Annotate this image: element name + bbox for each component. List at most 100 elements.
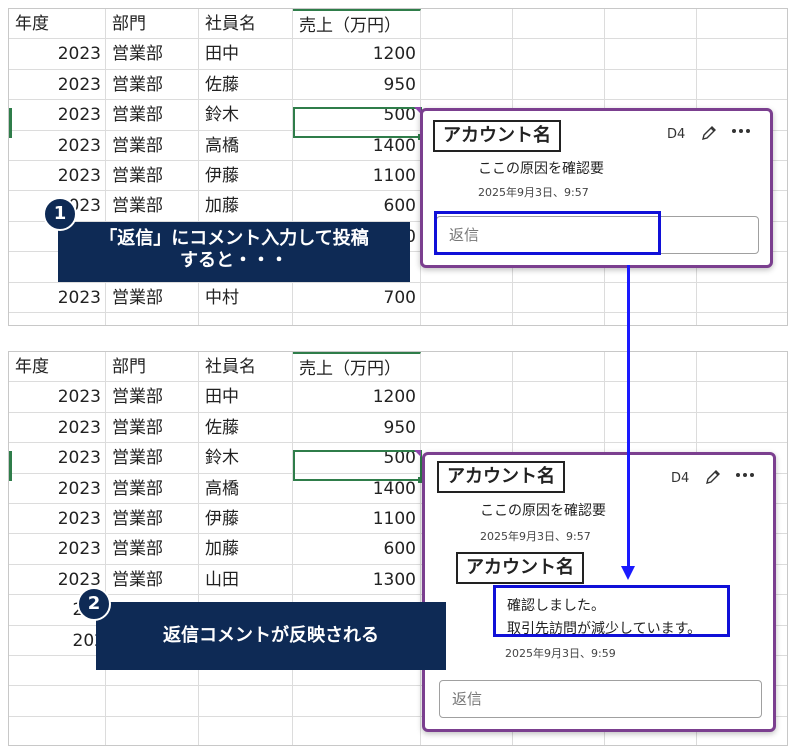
empty-cell[interactable] xyxy=(421,39,513,70)
empty-cell[interactable] xyxy=(421,282,513,313)
table-cell[interactable]: 営業部 xyxy=(106,443,199,474)
table-cell[interactable]: 伊藤 xyxy=(199,161,293,192)
empty-cell[interactable] xyxy=(605,382,697,413)
column-header[interactable]: 年度 xyxy=(9,9,106,40)
table-cell[interactable]: 950 xyxy=(293,69,421,101)
empty-cell[interactable] xyxy=(421,412,513,444)
table-cell[interactable]: 1100 xyxy=(293,504,421,535)
empty-cell[interactable] xyxy=(106,686,199,717)
column-header[interactable]: 年度 xyxy=(9,352,106,383)
table-cell[interactable]: 営業部 xyxy=(106,100,199,131)
empty-cell[interactable] xyxy=(605,69,697,101)
empty-cell[interactable] xyxy=(513,382,605,413)
table-cell[interactable]: 2023 xyxy=(9,504,106,535)
selected-cell[interactable] xyxy=(293,107,422,138)
table-cell[interactable]: 1200 xyxy=(293,39,421,70)
empty-cell[interactable] xyxy=(605,412,697,444)
table-cell[interactable]: 営業部 xyxy=(106,282,199,313)
column-header[interactable]: 社員名 xyxy=(199,352,293,383)
empty-cell[interactable] xyxy=(697,352,787,383)
table-cell[interactable]: 1100 xyxy=(293,161,421,192)
empty-cell[interactable] xyxy=(421,69,513,101)
empty-cell[interactable] xyxy=(697,9,787,40)
empty-cell[interactable] xyxy=(106,313,199,325)
table-cell[interactable]: 600 xyxy=(293,534,421,565)
empty-cell[interactable] xyxy=(9,716,106,745)
table-cell[interactable]: 営業部 xyxy=(106,473,199,504)
table-cell[interactable]: 1300 xyxy=(293,564,421,596)
table-cell[interactable]: 田中 xyxy=(199,39,293,70)
table-cell[interactable]: 700 xyxy=(293,282,421,313)
column-header[interactable]: 社員名 xyxy=(199,9,293,40)
table-cell[interactable]: 山田 xyxy=(199,564,293,596)
empty-cell[interactable] xyxy=(293,716,421,745)
empty-cell[interactable] xyxy=(697,382,787,413)
empty-cell[interactable] xyxy=(199,313,293,325)
table-cell[interactable]: 2023 xyxy=(9,100,106,131)
empty-cell[interactable] xyxy=(513,69,605,101)
more-options-icon[interactable] xyxy=(729,119,753,143)
table-cell[interactable]: 2023 xyxy=(9,130,106,161)
empty-cell[interactable] xyxy=(513,282,605,313)
empty-cell[interactable] xyxy=(9,656,106,687)
table-cell[interactable]: 伊藤 xyxy=(199,504,293,535)
table-cell[interactable]: 600 xyxy=(293,191,421,222)
empty-cell[interactable] xyxy=(199,686,293,717)
table-cell[interactable]: 高橋 xyxy=(199,130,293,161)
table-cell[interactable]: 営業部 xyxy=(106,39,199,70)
empty-cell[interactable] xyxy=(421,382,513,413)
empty-cell[interactable] xyxy=(421,313,513,325)
table-cell[interactable]: 2023 xyxy=(9,282,106,313)
table-cell[interactable]: 高橋 xyxy=(199,473,293,504)
empty-cell[interactable] xyxy=(106,716,199,745)
table-cell[interactable]: 2023 xyxy=(9,443,106,474)
empty-cell[interactable] xyxy=(9,313,106,325)
table-cell[interactable]: 2023 xyxy=(9,161,106,192)
table-cell[interactable]: 鈴木 xyxy=(199,100,293,131)
empty-cell[interactable] xyxy=(421,9,513,40)
empty-cell[interactable] xyxy=(513,352,605,383)
empty-cell[interactable] xyxy=(697,70,787,101)
empty-cell[interactable] xyxy=(697,413,787,444)
table-cell[interactable]: 950 xyxy=(293,412,421,444)
column-header[interactable]: 部門 xyxy=(106,9,199,40)
empty-cell[interactable] xyxy=(605,313,697,325)
table-cell[interactable]: 1200 xyxy=(293,382,421,413)
table-cell[interactable]: 佐藤 xyxy=(199,412,293,444)
selected-cell[interactable] xyxy=(293,450,422,481)
table-cell[interactable]: 2023 xyxy=(9,382,106,413)
table-cell[interactable]: 2023 xyxy=(9,534,106,565)
table-cell[interactable]: 営業部 xyxy=(106,191,199,222)
empty-cell[interactable] xyxy=(605,282,697,313)
table-cell[interactable]: 2023 xyxy=(9,473,106,504)
table-cell[interactable]: 営業部 xyxy=(106,504,199,535)
empty-cell[interactable] xyxy=(513,39,605,70)
table-cell[interactable]: 田中 xyxy=(199,382,293,413)
table-cell[interactable]: 営業部 xyxy=(106,534,199,565)
empty-cell[interactable] xyxy=(697,283,787,313)
table-cell[interactable]: 営業部 xyxy=(106,382,199,413)
table-cell[interactable]: 営業部 xyxy=(106,130,199,161)
table-cell[interactable]: 営業部 xyxy=(106,161,199,192)
table-cell[interactable]: 佐藤 xyxy=(199,69,293,101)
more-options-icon[interactable] xyxy=(733,463,757,487)
column-header[interactable]: 売上（万円） xyxy=(293,9,421,40)
empty-cell[interactable] xyxy=(513,9,605,40)
empty-cell[interactable] xyxy=(199,716,293,745)
table-cell[interactable]: 2023 xyxy=(9,39,106,70)
table-cell[interactable]: 営業部 xyxy=(106,69,199,101)
empty-cell[interactable] xyxy=(697,313,787,325)
empty-cell[interactable] xyxy=(9,686,106,717)
pencil-icon[interactable] xyxy=(697,121,721,145)
reply-input[interactable]: 返信 xyxy=(439,680,762,718)
empty-cell[interactable] xyxy=(293,686,421,717)
empty-cell[interactable] xyxy=(697,39,787,70)
empty-cell[interactable] xyxy=(605,352,697,383)
table-cell[interactable]: 2023 xyxy=(9,412,106,444)
table-cell[interactable]: 営業部 xyxy=(106,564,199,596)
table-cell[interactable]: 加藤 xyxy=(199,191,293,222)
pencil-icon[interactable] xyxy=(701,465,725,489)
empty-cell[interactable] xyxy=(605,39,697,70)
table-cell[interactable]: 加藤 xyxy=(199,534,293,565)
empty-cell[interactable] xyxy=(513,412,605,444)
